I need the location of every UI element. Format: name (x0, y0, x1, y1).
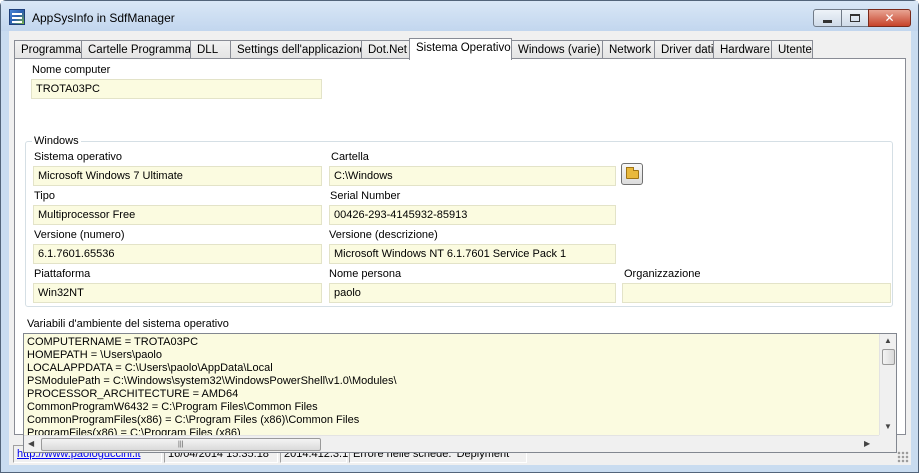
tab-sistema-operativo[interactable]: Sistema Operativo (409, 38, 512, 60)
version-number-label: Versione (numero) (34, 229, 125, 241)
serial-field[interactable]: 00426-293-4145932-85913 (329, 205, 616, 225)
tab-utente[interactable]: Utente (771, 40, 813, 59)
scroll-up-arrow-icon[interactable]: ▲ (884, 336, 892, 345)
maximize-button[interactable] (841, 9, 869, 27)
env-line: LOCALAPPDATA = C:\Users\paolo\AppData\Lo… (27, 362, 273, 374)
env-line: CommonProgramW6432 = C:\Program Files\Co… (27, 401, 318, 413)
env-line: PROCESSOR_ARCHITECTURE = AMD64 (27, 388, 239, 400)
tab-cartelle-programma[interactable]: Cartelle Programma (81, 40, 191, 59)
scroll-left-arrow-icon[interactable]: ◀ (28, 439, 34, 448)
version-description-field[interactable]: Microsoft Windows NT 6.1.7601 Service Pa… (329, 244, 616, 264)
minimize-icon (823, 19, 832, 23)
windows-group-title: Windows (32, 135, 81, 147)
serial-label: Serial Number (330, 190, 401, 202)
tab-network[interactable]: Network (602, 40, 655, 59)
window-title: AppSysInfo in SdfManager (32, 11, 175, 25)
tab-dll[interactable]: DLL (190, 40, 231, 59)
computer-name-field[interactable]: TROTA03PC (31, 79, 322, 99)
type-label: Tipo (34, 190, 55, 202)
folder-field[interactable]: C:\Windows (329, 166, 616, 186)
app-icon[interactable] (9, 9, 25, 25)
person-name-label: Nome persona (329, 268, 402, 280)
close-button[interactable]: ✕ (868, 9, 911, 27)
tab-dotnet[interactable]: Dot.Net (361, 40, 410, 59)
env-line: COMPUTERNAME = TROTA03PC (27, 336, 199, 348)
tab-settings-applicazione[interactable]: Settings dell'applicazione (230, 40, 366, 59)
env-line: CommonProgramFiles(x86) = C:\Program Fil… (27, 414, 360, 426)
close-icon: ✕ (884, 11, 895, 25)
app-window: AppSysInfo in SdfManager ✕ Programma Car… (0, 0, 919, 473)
version-description-label: Versione (descrizione) (329, 229, 438, 241)
platform-field[interactable]: Win32NT (33, 283, 322, 303)
platform-label: Piattaforma (34, 268, 91, 280)
env-vars-textbox[interactable]: COMPUTERNAME = TROTA03PC HOMEPATH = \Use… (23, 333, 897, 453)
grip-icon: ||| (178, 441, 184, 448)
type-field[interactable]: Multiprocessor Free (33, 205, 322, 225)
scroll-down-arrow-icon[interactable]: ▼ (884, 422, 892, 431)
env-vars-label: Variabili d'ambiente del sistema operati… (27, 318, 229, 330)
version-number-field[interactable]: 6.1.7601.65536 (33, 244, 322, 264)
computer-name-label: Nome computer (32, 64, 111, 76)
folder-icon (626, 167, 639, 179)
scroll-right-arrow-icon[interactable]: ▶ (864, 439, 870, 448)
tab-hardware[interactable]: Hardware (713, 40, 772, 59)
env-line: PSModulePath = C:\Windows\system32\Windo… (27, 375, 397, 387)
folder-label: Cartella (331, 151, 369, 163)
open-folder-button[interactable] (621, 163, 643, 185)
tab-driver-dati[interactable]: Driver dati (654, 40, 714, 59)
organization-label: Organizzazione (624, 268, 701, 280)
client-area: Programma Cartelle Programma DLL Setting… (9, 31, 911, 465)
env-line: HOMEPATH = \Users\paolo (27, 349, 162, 361)
scroll-corner (879, 435, 896, 452)
maximize-icon (850, 14, 860, 22)
organization-field[interactable] (622, 283, 891, 303)
horizontal-scrollbar[interactable]: ◀ ||| ▶ (24, 435, 879, 452)
os-field[interactable]: Microsoft Windows 7 Ultimate (33, 166, 322, 186)
tab-page-sistema-operativo: Nome computer TROTA03PC Windows Sistema … (14, 58, 906, 453)
title-bar[interactable]: AppSysInfo in SdfManager ✕ (1, 1, 918, 31)
resize-grip-icon[interactable] (897, 451, 909, 463)
horizontal-scroll-thumb[interactable]: ||| (41, 438, 321, 451)
vertical-scrollbar[interactable]: ▲ ▼ (879, 334, 896, 435)
person-name-field[interactable]: paolo (329, 283, 616, 303)
tab-programma[interactable]: Programma (14, 40, 82, 59)
tab-windows-varie[interactable]: Windows (varie) (511, 40, 603, 59)
vertical-scroll-thumb[interactable] (882, 349, 895, 365)
env-vars-lines: COMPUTERNAME = TROTA03PC HOMEPATH = \Use… (27, 336, 877, 440)
minimize-button[interactable] (813, 9, 842, 27)
os-label: Sistema operativo (34, 151, 123, 163)
